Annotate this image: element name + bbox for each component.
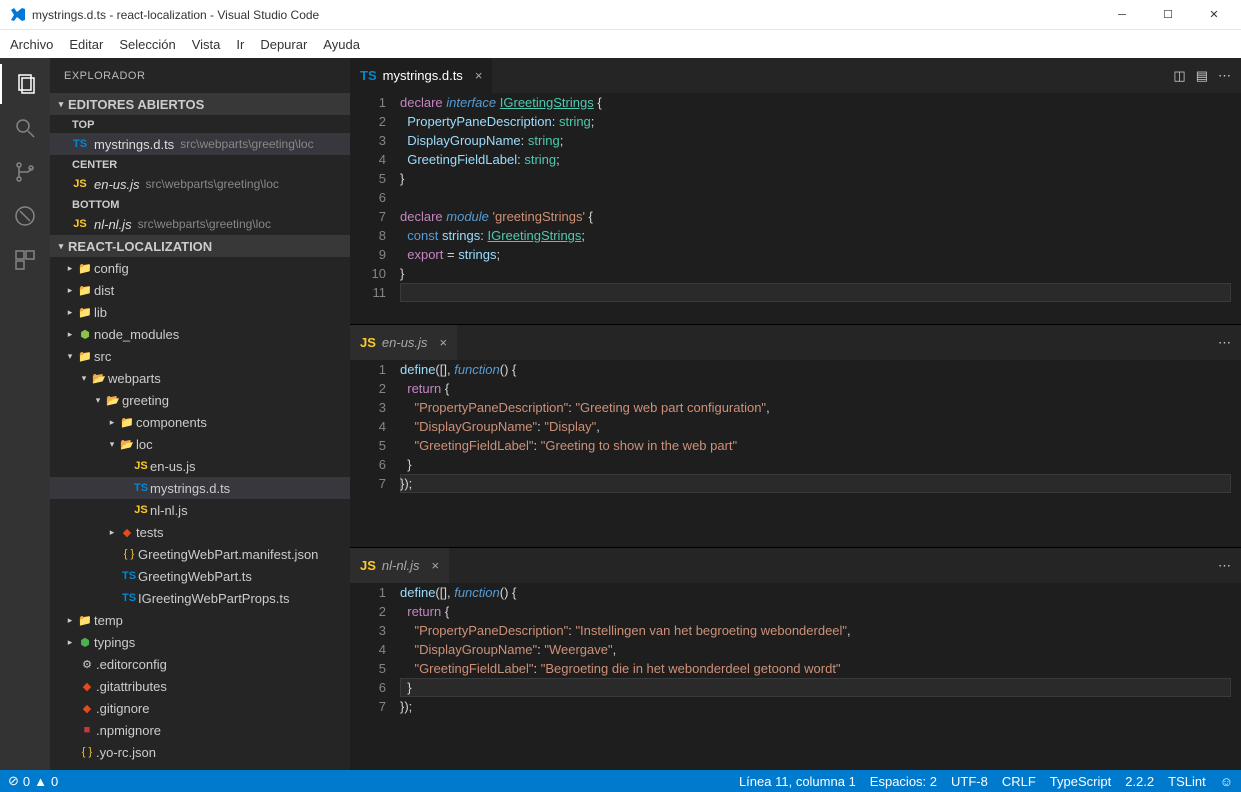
status-bar: ⊘ 0 ▲ 0 Línea 11, columna 1 Espacios: 2 … xyxy=(0,770,1241,792)
close-tab-icon[interactable]: × xyxy=(431,558,439,573)
menu-bar: Archivo Editar Selección Vista Ir Depura… xyxy=(0,30,1241,58)
tree-src[interactable]: ▾📁src xyxy=(50,345,350,367)
status-lang[interactable]: TypeScript xyxy=(1050,774,1111,789)
minimize-button[interactable]: ─ xyxy=(1099,0,1145,30)
tree-webparts[interactable]: ▾📂webparts xyxy=(50,367,350,389)
more-icon[interactable]: ⋯ xyxy=(1218,558,1231,574)
js-icon: JS xyxy=(72,178,88,190)
tree-loc[interactable]: ▾📂loc xyxy=(50,433,350,455)
status-ts-version[interactable]: 2.2.2 xyxy=(1125,774,1154,789)
group-center: CENTER xyxy=(50,155,350,173)
menu-vista[interactable]: Vista xyxy=(184,33,229,56)
tree-editorconfig[interactable]: ⚙.editorconfig xyxy=(50,653,350,675)
tree-node-modules[interactable]: ▸⬢node_modules xyxy=(50,323,350,345)
editor-group-top: TS mystrings.d.ts × ◫ ▤ ⋯ 1234567891011 … xyxy=(350,58,1241,325)
debug-icon[interactable] xyxy=(0,196,50,236)
close-tab-icon[interactable]: × xyxy=(475,68,483,83)
open-editor-mystrings[interactable]: TS mystrings.d.ts src\webparts\greeting\… xyxy=(50,133,350,155)
tree-manifest[interactable]: { }GreetingWebPart.manifest.json xyxy=(50,543,350,565)
tab-nlnl[interactable]: JS nl-nl.js × xyxy=(350,548,449,583)
tree-typings[interactable]: ▸⬢typings xyxy=(50,631,350,653)
open-editor-enus[interactable]: JS en-us.js src\webparts\greeting\loc xyxy=(50,173,350,195)
tab-mystrings[interactable]: TS mystrings.d.ts × xyxy=(350,58,492,93)
js-icon: JS xyxy=(72,218,88,230)
tree-enus[interactable]: JSen-us.js xyxy=(50,455,350,477)
editor-group-bottom: JS nl-nl.js × ⋯ 1234567 define([], funct… xyxy=(350,548,1241,770)
tree-temp[interactable]: ▸📁temp xyxy=(50,609,350,631)
js-icon: JS xyxy=(360,558,376,573)
activity-bar xyxy=(0,58,50,770)
status-position[interactable]: Línea 11, columna 1 xyxy=(739,774,856,789)
tree-lib[interactable]: ▸📁lib xyxy=(50,301,350,323)
window-title: mystrings.d.ts - react-localization - Vi… xyxy=(32,8,1099,22)
open-editor-nlnl[interactable]: JS nl-nl.js src\webparts\greeting\loc xyxy=(50,213,350,235)
split-editor-icon[interactable]: ◫ xyxy=(1173,68,1185,84)
extensions-icon[interactable] xyxy=(0,240,50,280)
tree-yorc[interactable]: { }.yo-rc.json xyxy=(50,741,350,763)
project-section[interactable]: ▾REACT-LOCALIZATION xyxy=(50,235,350,257)
sidebar: EXPLORADOR ▾EDITORES ABIERTOS TOP TS mys… xyxy=(50,58,350,770)
more-icon[interactable]: ⋯ xyxy=(1218,68,1231,84)
ts-icon: TS xyxy=(72,138,88,150)
code-editor-center[interactable]: 1234567 define([], function() { return {… xyxy=(350,360,1241,493)
tree-nlnl[interactable]: JSnl-nl.js xyxy=(50,499,350,521)
status-errors[interactable]: ⊘ 0 ▲ 0 xyxy=(8,773,58,789)
code-editor-bottom[interactable]: 1234567 define([], function() { return {… xyxy=(350,583,1241,716)
tabs-bottom: JS nl-nl.js × ⋯ xyxy=(350,548,1241,583)
menu-editar[interactable]: Editar xyxy=(61,33,111,56)
tabs-center: JS en-us.js × ⋯ xyxy=(350,325,1241,360)
tree-mystrings[interactable]: TSmystrings.d.ts xyxy=(50,477,350,499)
tree-npmignore[interactable]: ■.npmignore xyxy=(50,719,350,741)
editor-group-center: JS en-us.js × ⋯ 1234567 define([], funct… xyxy=(350,325,1241,548)
toggle-panel-icon[interactable]: ▤ xyxy=(1196,68,1208,84)
editor-area: TS mystrings.d.ts × ◫ ▤ ⋯ 1234567891011 … xyxy=(350,58,1241,770)
vscode-logo xyxy=(10,7,26,23)
explorer-icon[interactable] xyxy=(0,64,50,104)
file-tree: ▸📁config ▸📁dist ▸📁lib ▸⬢node_modules ▾📁s… xyxy=(50,257,350,770)
menu-depurar[interactable]: Depurar xyxy=(252,33,315,56)
chevron-down-icon: ▾ xyxy=(54,99,68,110)
code-editor-top[interactable]: 1234567891011 declare interface IGreetin… xyxy=(350,93,1241,302)
more-icon[interactable]: ⋯ xyxy=(1218,335,1231,351)
title-bar: mystrings.d.ts - react-localization - Vi… xyxy=(0,0,1241,30)
tree-gitignore[interactable]: ◆.gitignore xyxy=(50,697,350,719)
search-icon[interactable] xyxy=(0,108,50,148)
status-spaces[interactable]: Espacios: 2 xyxy=(870,774,937,789)
tree-greeting[interactable]: ▾📂greeting xyxy=(50,389,350,411)
group-top: TOP xyxy=(50,115,350,133)
git-icon[interactable] xyxy=(0,152,50,192)
tree-gitattr[interactable]: ◆.gitattributes xyxy=(50,675,350,697)
tree-dist[interactable]: ▸📁dist xyxy=(50,279,350,301)
tree-tests[interactable]: ▸◆tests xyxy=(50,521,350,543)
menu-ayuda[interactable]: Ayuda xyxy=(315,33,368,56)
sidebar-title: EXPLORADOR xyxy=(50,58,350,93)
chevron-down-icon: ▾ xyxy=(54,241,68,252)
feedback-icon[interactable]: ☺ xyxy=(1220,774,1233,789)
group-bottom: BOTTOM xyxy=(50,195,350,213)
tree-components[interactable]: ▸📁components xyxy=(50,411,350,433)
tree-igwp[interactable]: TSIGreetingWebPartProps.ts xyxy=(50,587,350,609)
status-eol[interactable]: CRLF xyxy=(1002,774,1036,789)
tabs-top: TS mystrings.d.ts × ◫ ▤ ⋯ xyxy=(350,58,1241,93)
status-tslint[interactable]: TSLint xyxy=(1168,774,1206,789)
menu-archivo[interactable]: Archivo xyxy=(2,33,61,56)
ts-icon: TS xyxy=(360,68,377,83)
maximize-button[interactable]: ☐ xyxy=(1145,0,1191,30)
open-editors-section[interactable]: ▾EDITORES ABIERTOS xyxy=(50,93,350,115)
editor-actions: ◫ ▤ ⋯ xyxy=(1163,68,1241,84)
tree-gwp[interactable]: TSGreetingWebPart.ts xyxy=(50,565,350,587)
tab-enus[interactable]: JS en-us.js × xyxy=(350,325,457,360)
menu-seleccion[interactable]: Selección xyxy=(111,33,183,56)
tree-config[interactable]: ▸📁config xyxy=(50,257,350,279)
status-encoding[interactable]: UTF-8 xyxy=(951,774,988,789)
js-icon: JS xyxy=(360,335,376,350)
close-tab-icon[interactable]: × xyxy=(439,335,447,350)
menu-ir[interactable]: Ir xyxy=(228,33,252,56)
close-button[interactable]: ✕ xyxy=(1191,0,1237,30)
